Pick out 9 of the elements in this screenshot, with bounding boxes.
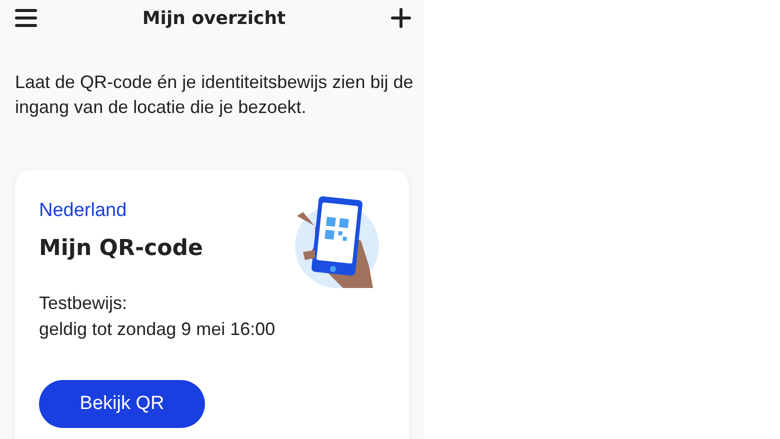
validity-text: geldig tot zondag 9 mei 16:00 bbox=[39, 318, 276, 341]
view-qr-button[interactable]: Bekijk QR bbox=[39, 380, 205, 428]
card-title: Mijn QR-code bbox=[39, 236, 203, 261]
menu-icon[interactable] bbox=[15, 9, 37, 27]
instruction-text: Laat de QR-code én je identiteitsbewijs zien bij de ingang van de locatie die je bezoekt. bbox=[15, 71, 414, 119]
country-label: Nederland bbox=[39, 200, 128, 222]
validity-text: Testbewijs: bbox=[39, 292, 128, 315]
add-icon[interactable] bbox=[390, 8, 411, 28]
screen-title: Mijn overzicht bbox=[142, 8, 286, 28]
